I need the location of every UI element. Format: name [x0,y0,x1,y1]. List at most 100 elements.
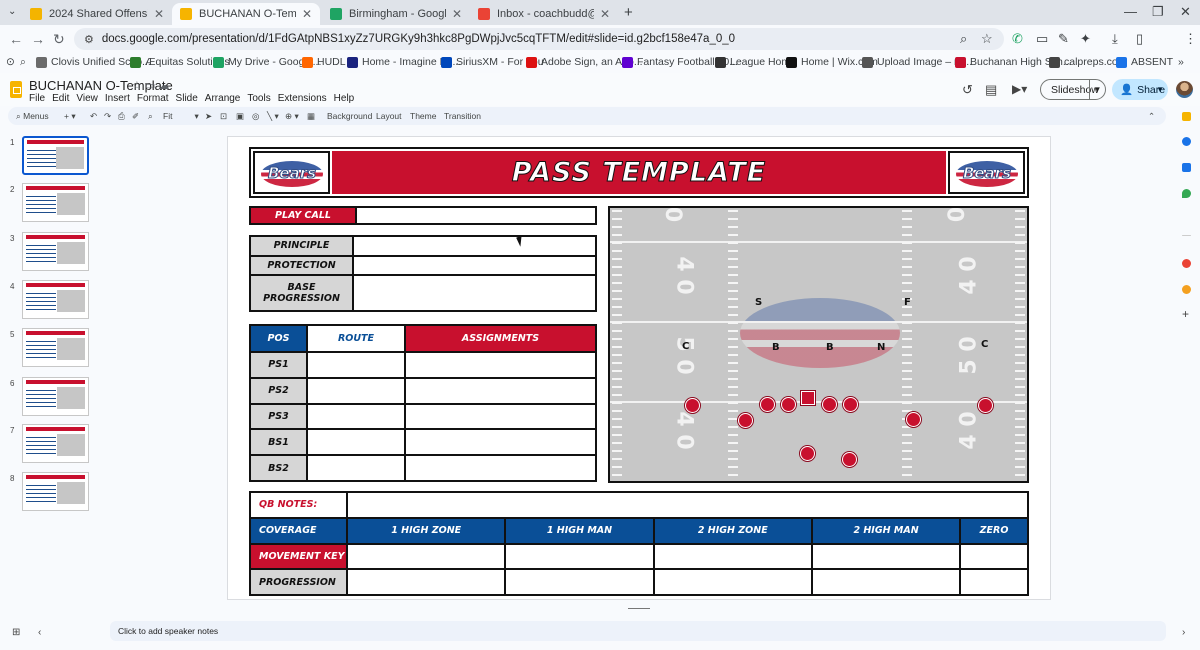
slide-thumbnail[interactable] [22,328,89,367]
tab-buchanan-template[interactable]: BUCHANAN O-Template - Goo ✕ [172,3,320,25]
movement-cell[interactable] [959,542,1029,571]
grid-view-icon[interactable]: ⊞ [12,627,20,638]
slide-thumbnail[interactable] [22,183,89,222]
address-bar[interactable]: ⚙ docs.google.com/presentation/d/1FdGAtp… [74,28,1004,50]
tab-birmingham-drive[interactable]: Birmingham - Google Drive ✕ [322,3,470,25]
progression-cell[interactable] [504,568,655,596]
extension-pen-icon[interactable]: ✎ [1058,31,1069,47]
expand-side-panel-icon[interactable]: › [1182,627,1185,638]
download-icon[interactable]: ⤓ [1112,31,1118,47]
more-menu-icon[interactable]: ⋮ [1184,31,1197,47]
contacts-icon[interactable] [1182,163,1191,172]
tasks-icon[interactable] [1182,137,1191,146]
redo-icon[interactable]: ↷ [104,111,111,122]
minimize-icon[interactable]: — [1124,4,1137,19]
menu-extensions[interactable]: Extensions [278,93,327,104]
forward-icon[interactable]: → [31,31,45,47]
collapse-toolbar-icon[interactable]: ⌃ [1148,111,1155,122]
side-panel-icon[interactable]: ▯ [1136,31,1143,47]
bookmark-item[interactable]: League Home [715,56,796,68]
account-avatar[interactable] [1176,81,1193,98]
extension-cast-icon[interactable]: ▭ [1036,31,1048,47]
close-icon[interactable]: ✕ [154,7,164,21]
close-icon[interactable]: ✕ [600,7,610,21]
route-cell[interactable] [306,402,406,431]
route-cell[interactable] [306,376,406,405]
menu-view[interactable]: View [76,93,98,104]
assignment-cell[interactable] [404,402,597,431]
slides-logo-icon[interactable] [10,81,22,98]
menu-file[interactable]: File [29,93,45,104]
background-button[interactable]: Background [327,111,372,121]
progression-cell[interactable] [345,568,507,596]
slide-thumbnail[interactable] [22,136,89,175]
move-folder-icon[interactable]: ▭ [145,80,155,92]
bookmark-item[interactable]: calpreps.com [1049,56,1126,68]
movement-cell[interactable] [810,542,962,571]
extensions-puzzle-icon[interactable]: ✦ [1080,31,1091,47]
apps-icon[interactable]: ⊙ [6,56,15,68]
select-tool-icon[interactable]: ➤ [205,111,212,122]
line-icon[interactable]: ╲ ▾ [267,111,279,122]
tab-search-icon[interactable]: ⌄ [8,6,16,17]
slideshow-button[interactable]: Slideshow ▼ [1040,79,1106,100]
bookmark-item[interactable]: HUDL [302,56,346,68]
slide-thumbnail[interactable] [22,232,89,271]
route-cell[interactable] [306,351,406,379]
base-progression-field[interactable] [352,274,597,312]
menu-tools[interactable]: Tools [247,93,270,104]
close-icon[interactable]: ✕ [452,7,462,21]
layout-button[interactable]: Layout [376,111,402,121]
shape-icon[interactable]: ◎ [252,111,259,122]
bookmark-item[interactable]: ABSENT [1116,56,1173,68]
protection-field[interactable] [352,254,597,276]
maximize-icon[interactable]: ❐ [1152,4,1164,20]
zoom-select[interactable]: Fit ▾ [163,111,199,122]
reload-icon[interactable]: ↻ [53,31,65,48]
menu-edit[interactable]: Edit [52,93,69,104]
close-icon[interactable]: ✕ [302,7,312,21]
movement-cell[interactable] [345,542,507,571]
assignment-cell[interactable] [404,351,597,379]
add-addon-icon[interactable]: + [1182,307,1189,321]
maps-icon[interactable] [1182,189,1191,198]
route-cell[interactable] [306,428,406,457]
comment-icon[interactable]: ⊕ ▾ [285,111,299,122]
qb-notes-field[interactable] [346,491,1029,519]
close-window-icon[interactable]: ✕ [1180,4,1191,20]
share-button[interactable]: 👤 Share ▼ [1112,79,1168,100]
search-icon[interactable]: ⌕ [20,56,26,69]
undo-icon[interactable]: ↶ [90,111,97,122]
notes-resize-handle[interactable] [628,608,650,609]
more-bookmarks-icon[interactable]: » [1178,56,1184,68]
new-tab-icon[interactable]: + [624,4,633,21]
play-call-field[interactable] [355,206,597,225]
textbox-icon[interactable]: ⊡ [220,111,227,122]
tab-inbox[interactable]: Inbox - coachbudd@gmail.com ✕ [470,3,618,25]
slide-thumbnail[interactable] [22,472,89,511]
movement-cell[interactable] [652,542,813,571]
back-icon[interactable]: ← [9,31,23,47]
extension-phone-icon[interactable]: ✆ [1012,31,1023,47]
progression-cell[interactable] [959,568,1029,596]
slide-thumbnail[interactable] [22,377,89,416]
principle-field[interactable] [352,235,597,257]
cloud-saved-icon[interactable]: ☁ [158,80,169,92]
speaker-notes[interactable]: Click to add speaker notes [110,621,1166,641]
menu-help[interactable]: Help [334,93,355,104]
assignment-cell[interactable] [404,428,597,457]
insert-comment-icon[interactable]: ▦ [307,111,315,122]
addon-icon[interactable] [1182,259,1191,268]
slide-thumbnail[interactable] [22,424,89,463]
site-info-icon[interactable]: ⚙ [84,33,94,46]
zoom-icon[interactable]: ⌕ [148,111,153,122]
chevron-down-icon[interactable]: ▼ [1156,85,1164,94]
chevron-down-icon[interactable]: ▼ [1089,80,1105,99]
meet-icon[interactable]: ▶▾ [1012,82,1027,96]
theme-button[interactable]: Theme [410,111,436,121]
print-icon[interactable]: ⎙ [118,111,125,122]
tab-shared-folder[interactable]: 2024 Shared Offensive Folder - ✕ [22,3,172,25]
menu-slide[interactable]: Slide [176,93,198,104]
zoom-icon[interactable]: ⌕ [960,31,967,47]
keep-icon[interactable] [1182,112,1191,121]
